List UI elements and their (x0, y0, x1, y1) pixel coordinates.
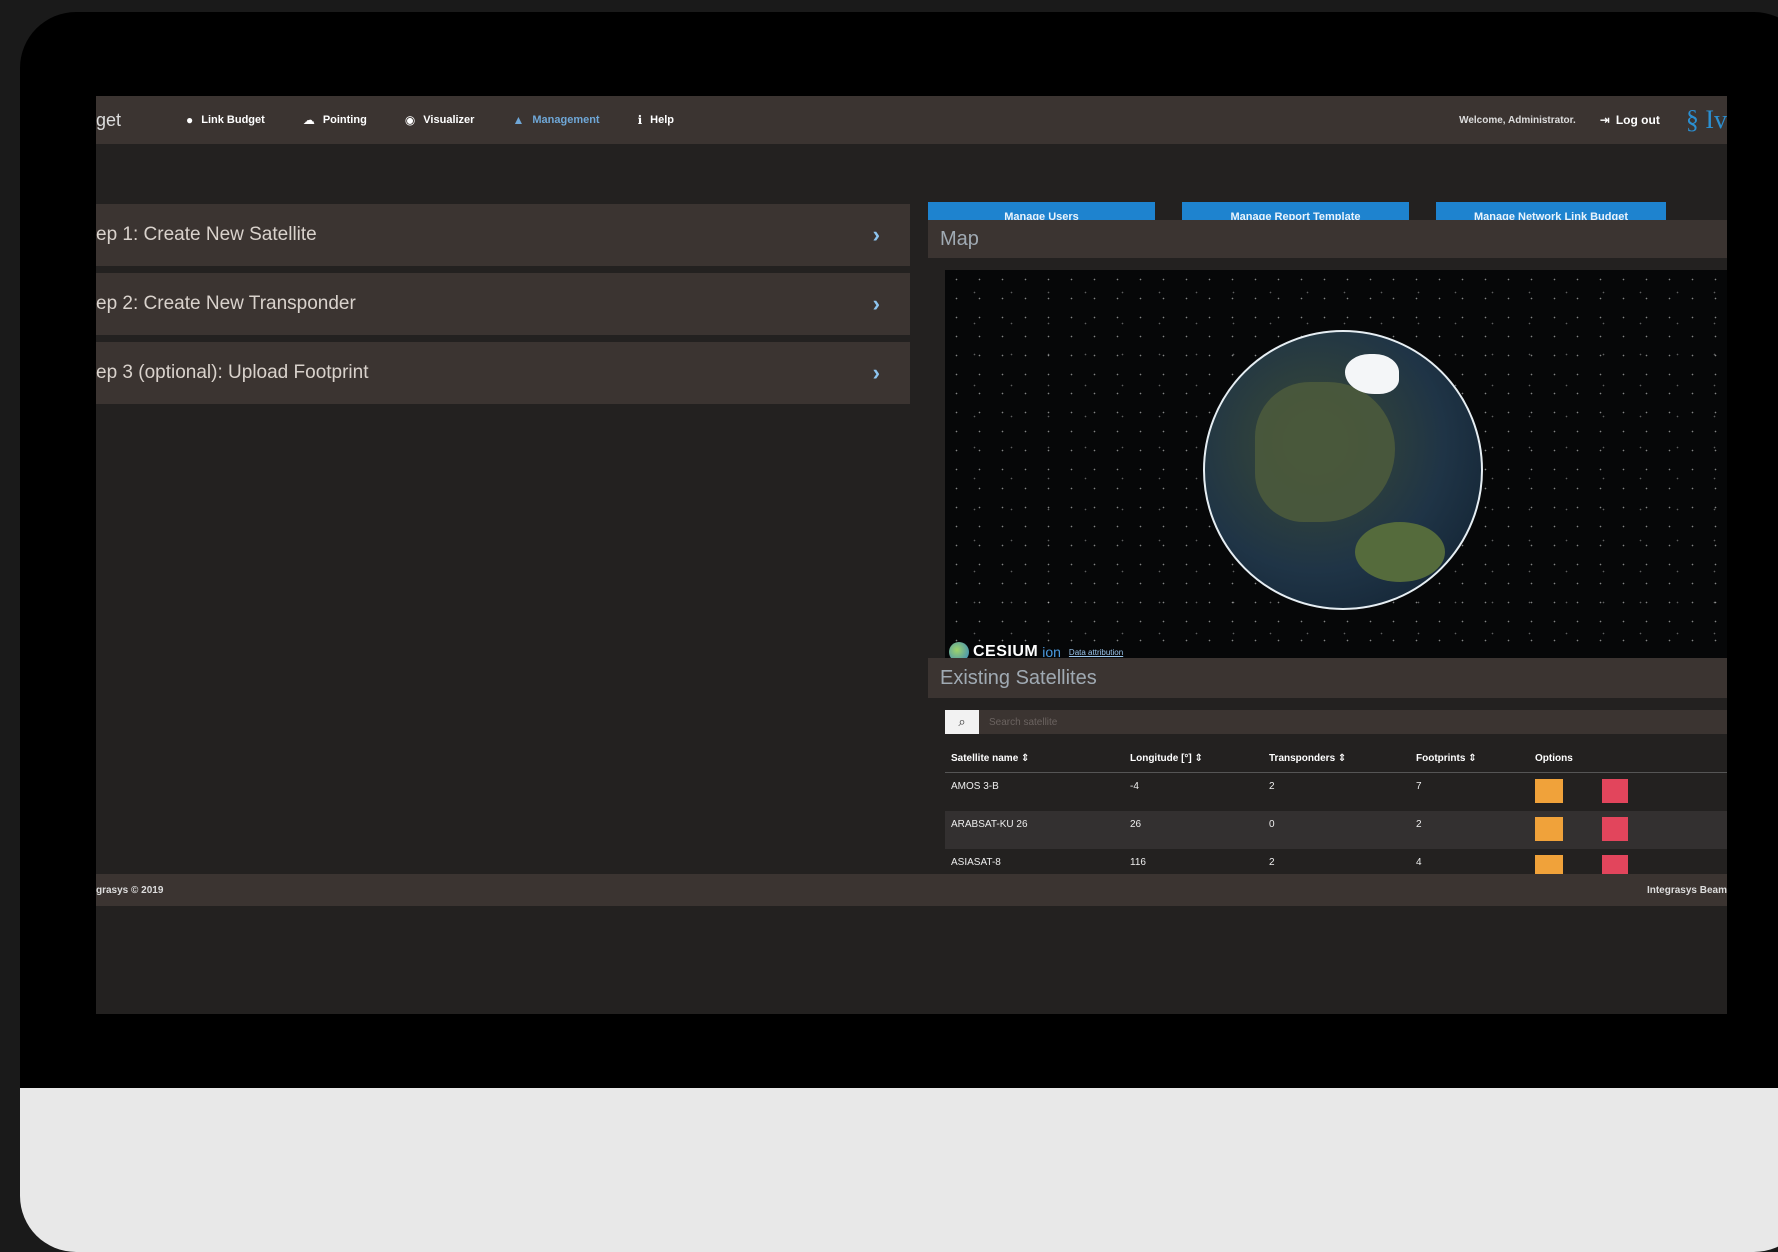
cell-options (1529, 810, 1727, 849)
cell-footprints: 2 (1410, 810, 1529, 849)
cell-longitude: 26 (1124, 810, 1263, 849)
company-logo: § Iv (1685, 105, 1727, 134)
lock-icon: ▲ (512, 113, 525, 127)
nav-item-label: Management (532, 114, 600, 126)
circle-icon: ● (186, 113, 194, 127)
edit-button[interactable] (1535, 779, 1563, 803)
col-longitude[interactable]: Longitude [°] ⇕ (1124, 744, 1263, 773)
device-frame: get ● Link Budget ☁ Pointing ◉ Visualize… (20, 12, 1778, 1252)
map-viewer[interactable]: CESIUM ion Data attribution (945, 270, 1727, 666)
cloud-icon: ☁ (302, 113, 315, 127)
edit-button[interactable] (1535, 816, 1563, 841)
cell-options (1529, 773, 1727, 811)
steps-accordion: ep 1: Create New Satellite › ep 2: Creat… (96, 204, 910, 411)
logout-link[interactable]: ⇥ Log out (1600, 113, 1660, 127)
cell-transponders: 2 (1269, 781, 1275, 792)
chevron-right-icon: › (872, 222, 880, 247)
step-label: ep 1: Create New Satellite (96, 224, 317, 245)
nav-item-help[interactable]: ℹ Help (638, 113, 674, 127)
nav-item-label: Link Budget (201, 114, 265, 126)
welcome-text: Welcome, Administrator. (1459, 114, 1576, 126)
earth-globe[interactable] (1203, 330, 1483, 610)
cell-longitude: -4 (1130, 781, 1139, 792)
nav-item-link-budget[interactable]: ● Link Budget (186, 113, 265, 127)
col-transponders[interactable]: Transponders ⇕ (1263, 744, 1410, 773)
land-mass (1355, 522, 1445, 582)
nav-item-label: Visualizer (423, 114, 475, 126)
step-create-transponder[interactable]: ep 2: Create New Transponder › (96, 273, 910, 335)
delete-button[interactable] (1601, 779, 1628, 803)
col-satellite-name[interactable]: Satellite name ⇕ (945, 744, 1124, 773)
search-input[interactable] (979, 710, 1727, 734)
globe-icon: ◉ (404, 113, 416, 127)
step-label: ep 2: Create New Transponder (96, 293, 356, 314)
nav-item-management[interactable]: ▲ Management (512, 113, 599, 127)
app-brand[interactable]: get (96, 110, 186, 131)
col-options: Options (1529, 744, 1727, 773)
footer-copyright: grasys © 2019 (96, 884, 164, 896)
footer-brand: Integrasys Beam (1646, 884, 1727, 896)
step-upload-footprint[interactable]: ep 3 (optional): Upload Footprint › (96, 342, 910, 404)
cell-name: AMOS 3-B (951, 781, 999, 792)
table-row: ARABSAT-KU 26 26 0 2 (945, 810, 1727, 849)
logout-label: Log out (1615, 113, 1660, 127)
app-screen: get ● Link Budget ☁ Pointing ◉ Visualize… (96, 96, 1727, 1014)
nav-right: Welcome, Administrator. ⇥ Log out § Iv (1459, 96, 1727, 144)
search-icon[interactable]: ⌕ (945, 710, 979, 734)
satellite-search: ⌕ (945, 710, 1727, 734)
cell-name: ARABSAT-KU 26 (945, 810, 1124, 849)
logout-icon: ⇥ (1599, 113, 1610, 127)
chevron-right-icon: › (872, 360, 880, 385)
cell-transponders: 0 (1263, 810, 1410, 849)
device-chin (20, 1088, 1778, 1252)
land-mass (1255, 382, 1395, 522)
nav-item-pointing[interactable]: ☁ Pointing (303, 113, 367, 127)
cell-footprints: 7 (1416, 781, 1422, 792)
delete-button[interactable] (1601, 816, 1628, 841)
satellites-table: Satellite name ⇕ Longitude [°] ⇕ Transpo… (945, 744, 1727, 887)
step-label: ep 3 (optional): Upload Footprint (96, 362, 369, 383)
nav-item-label: Help (650, 114, 675, 126)
table-row: AMOS 3-B -4 2 7 (945, 773, 1727, 811)
map-panel-title: Map (928, 220, 1727, 258)
nav-item-visualizer[interactable]: ◉ Visualizer (405, 113, 475, 127)
table-header-row: Satellite name ⇕ Longitude [°] ⇕ Transpo… (945, 744, 1727, 773)
existing-satellites-title: Existing Satellites (928, 658, 1727, 698)
top-nav: get ● Link Budget ☁ Pointing ◉ Visualize… (96, 96, 1727, 144)
info-icon: ℹ (637, 113, 643, 127)
col-footprints[interactable]: Footprints ⇕ (1410, 744, 1529, 773)
nav-item-label: Pointing (322, 114, 367, 126)
step-create-satellite[interactable]: ep 1: Create New Satellite › (96, 204, 910, 266)
chevron-right-icon: › (872, 291, 880, 316)
data-attribution-link[interactable]: Data attribution (1069, 648, 1123, 657)
footer: grasys © 2019 Integrasys Beam (96, 874, 1727, 906)
